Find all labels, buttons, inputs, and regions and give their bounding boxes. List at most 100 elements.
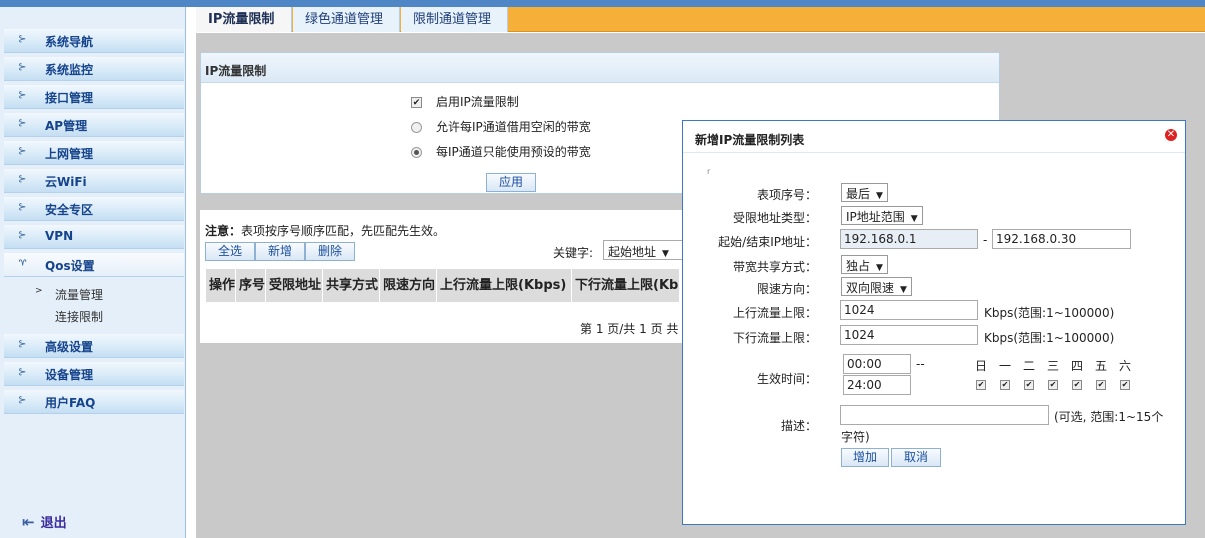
sidebar-item-device[interactable]: ⊱ 设备管理 xyxy=(0,360,185,388)
delete-button[interactable]: 删除 xyxy=(305,242,355,261)
keyword-select[interactable]: 起始地址 ▼ xyxy=(603,240,683,260)
borrow-option[interactable]: 允许每IP通道借用空闲的带宽 xyxy=(411,118,591,136)
expand-arrow-icon: ⊱ xyxy=(18,118,27,129)
down-limit-label: 下行流量上限： xyxy=(732,331,817,345)
direction-select[interactable]: 双向限速 ▼ xyxy=(841,277,912,296)
table-header: 操作 序号 受限地址 共享方式 限速方向 上行流量上限(Kbps) 下行流量上限… xyxy=(206,269,680,302)
up-limit-input[interactable]: 1024 xyxy=(840,300,978,320)
index-select[interactable]: 最后 ▼ xyxy=(841,183,888,202)
sidebar-nav-lower: ⊱ 高级设置 ⊱ 设备管理 ⊱ 用户FAQ xyxy=(0,332,185,416)
sidebar-item-system-monitor[interactable]: ⊱ 系统监控 xyxy=(0,55,185,83)
sidebar-item-faq[interactable]: ⊱ 用户FAQ xyxy=(0,388,185,416)
tab-green-channel[interactable]: 绿色通道管理 xyxy=(293,7,400,32)
col-header: 限速方向 xyxy=(380,269,437,302)
logout-link[interactable]: ⇤ 退出 xyxy=(22,512,67,531)
day-checkbox-tue[interactable]: ✔ xyxy=(1024,380,1034,390)
sidebar-subitem-traffic[interactable]: > 流量管理 xyxy=(0,282,185,304)
col-header: 上行流量上限(Kbps) xyxy=(437,269,572,302)
dropdown-caret-icon: ▼ xyxy=(876,191,883,201)
addr-type-select[interactable]: IP地址范围 ▼ xyxy=(841,206,923,225)
expand-arrow-icon: ⊱ xyxy=(18,367,27,378)
time-separator: -- xyxy=(916,357,925,371)
col-header: 受限地址 xyxy=(266,269,323,302)
desc-input[interactable] xyxy=(840,405,1049,425)
sidebar: ⊱ 系统导航 ⊱ 系统监控 ⊱ 接口管理 ⊱ AP管理 ⊱ 上网管理 ⊱ 云WiFi ⊱ 安全… xyxy=(0,7,186,538)
time-label: 生效时间： xyxy=(756,372,817,386)
sidebar-item-system-nav[interactable]: ⊱ 系统导航 xyxy=(0,27,185,55)
day-checkbox-fri[interactable]: ✔ xyxy=(1096,380,1106,390)
dropdown-caret-icon: ▼ xyxy=(662,249,669,259)
expand-arrow-icon: ⊱ xyxy=(16,258,28,267)
top-stripe xyxy=(0,0,1205,7)
day-label-fri: 五 xyxy=(1095,359,1108,373)
sidebar-subnav: > 流量管理 连接限制 xyxy=(0,279,185,332)
day-checkbox-wed[interactable]: ✔ xyxy=(1048,380,1058,390)
time-end-input[interactable]: 24:00 xyxy=(843,375,911,395)
sidebar-item-vpn[interactable]: ⊱ VPN xyxy=(0,223,185,251)
sidebar-item-security[interactable]: ⊱ 安全专区 xyxy=(0,195,185,223)
day-label-sat: 六 xyxy=(1119,359,1132,373)
share-label: 带宽共享方式： xyxy=(732,260,817,274)
day-checkbox-thu[interactable]: ✔ xyxy=(1072,380,1082,390)
day-checkbox-sat[interactable]: ✔ xyxy=(1120,380,1130,390)
ip-end-input[interactable]: 192.168.0.30 xyxy=(992,229,1131,249)
down-limit-input[interactable]: 1024 xyxy=(840,325,978,345)
sidebar-nav: ⊱ 系统导航 ⊱ 系统监控 ⊱ 接口管理 ⊱ AP管理 ⊱ 上网管理 ⊱ 云WiFi ⊱ 安全… xyxy=(0,7,185,279)
expand-arrow-icon: ⊱ xyxy=(18,90,27,101)
desc-hint: (可选, 范围:1~15个 xyxy=(1054,410,1164,424)
close-icon[interactable]: ✕ xyxy=(1165,129,1177,141)
dialog-cancel-button[interactable]: 取消 xyxy=(891,448,941,467)
tab-ip-traffic-limit[interactable]: IP流量限制 xyxy=(196,7,292,32)
add-button[interactable]: 新增 xyxy=(255,242,305,261)
ip-start-input[interactable]: 192.168.0.1 xyxy=(840,229,978,249)
expand-arrow-icon: ⊱ xyxy=(18,62,27,73)
sidebar-item-interface[interactable]: ⊱ 接口管理 xyxy=(0,83,185,111)
expand-arrow-icon: ⊱ xyxy=(18,202,27,213)
dropdown-caret-icon: ▼ xyxy=(876,263,883,273)
tab-bar: IP流量限制 绿色通道管理 限制通道管理 xyxy=(196,7,1205,32)
ip-range-label: 起始/结束IP地址： xyxy=(718,235,817,249)
sidebar-item-ap[interactable]: ⊱ AP管理 xyxy=(0,111,185,139)
enable-checkbox[interactable]: ✔ xyxy=(411,97,422,108)
preset-option[interactable]: 每IP通道只能使用预设的带宽 xyxy=(411,143,591,161)
preset-radio[interactable] xyxy=(411,147,422,158)
sidebar-item-qos[interactable]: ⊱ Qos设置 xyxy=(0,251,185,279)
time-start-input[interactable]: 00:00 xyxy=(843,354,911,374)
sidebar-subitem-connection-limit[interactable]: 连接限制 xyxy=(0,304,185,326)
share-select[interactable]: 独占 ▼ xyxy=(841,255,888,274)
borrow-radio[interactable] xyxy=(411,122,422,133)
apply-button[interactable]: 应用 xyxy=(486,173,536,192)
expand-arrow-icon: ⊱ xyxy=(18,146,27,157)
dropdown-caret-icon: ▼ xyxy=(910,214,918,224)
logout-icon: ⇤ xyxy=(22,513,35,531)
keyword-label: 关键字: xyxy=(553,246,594,260)
expand-arrow-icon: ⊱ xyxy=(18,34,27,45)
tab-limit-channel[interactable]: 限制通道管理 xyxy=(401,7,508,32)
expand-arrow-icon: ⊱ xyxy=(18,395,27,406)
expand-arrow-icon: ⊱ xyxy=(18,174,27,185)
col-header: 序号 xyxy=(236,269,266,302)
day-label-wed: 三 xyxy=(1047,359,1060,373)
enable-option[interactable]: ✔ 启用IP流量限制 xyxy=(411,93,519,111)
dialog-add-button[interactable]: 增加 xyxy=(841,448,889,467)
sidebar-item-advanced[interactable]: ⊱ 高级设置 xyxy=(0,332,185,360)
sidebar-item-cloud-wifi[interactable]: ⊱ 云WiFi xyxy=(0,167,185,195)
dropdown-caret-icon: ▼ xyxy=(900,285,907,295)
expand-arrow-icon: ⊱ xyxy=(18,339,27,350)
day-checkbox-sun[interactable]: ✔ xyxy=(976,380,986,390)
col-header: 共享方式 xyxy=(323,269,380,302)
select-all-button[interactable]: 全选 xyxy=(205,242,255,261)
col-header: 操作 xyxy=(206,269,236,302)
page-info: 第 1 页/共 1 页 共 xyxy=(580,322,679,336)
sidebar-item-internet[interactable]: ⊱ 上网管理 xyxy=(0,139,185,167)
up-limit-hint: Kbps(范围:1~100000) xyxy=(984,306,1115,320)
day-label-thu: 四 xyxy=(1071,359,1084,373)
list-toolbar: 全选 新增 删除 xyxy=(205,242,355,261)
up-limit-label: 上行流量上限： xyxy=(732,306,817,320)
col-header: 下行流量上限(Kb xyxy=(572,269,680,302)
day-checkbox-mon[interactable]: ✔ xyxy=(1000,380,1010,390)
desc-hint-cont: 字符) xyxy=(841,430,870,444)
desc-label: 描述： xyxy=(780,419,817,433)
dialog-title: 新增IP流量限制列表 xyxy=(683,121,1185,153)
chevron-right-icon: > xyxy=(35,286,43,296)
